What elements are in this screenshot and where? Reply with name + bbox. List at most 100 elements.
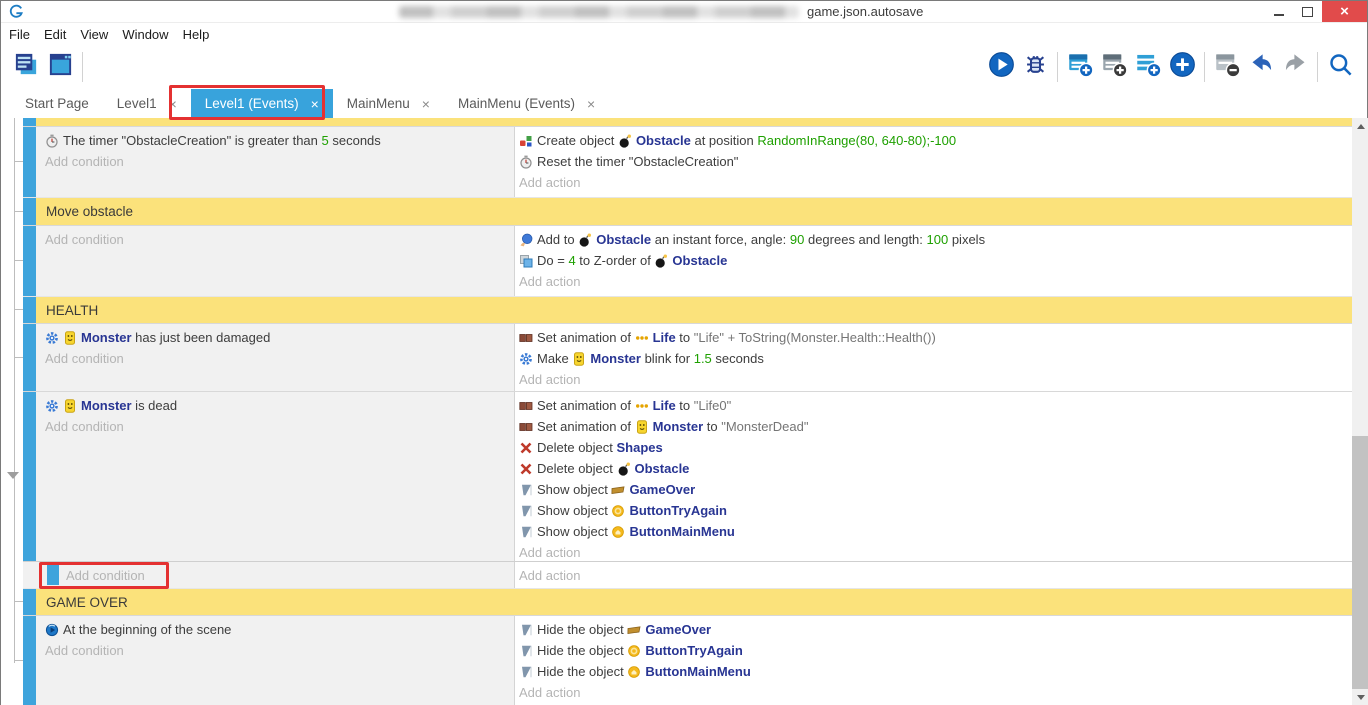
redo-button[interactable] bbox=[1278, 50, 1312, 84]
tab-mainmenu[interactable]: MainMenu× bbox=[333, 89, 444, 118]
add-comment-button[interactable] bbox=[1131, 50, 1165, 84]
add-circle-icon bbox=[1169, 51, 1196, 83]
str-fragment: "Life0" bbox=[694, 398, 731, 413]
event-row[interactable]: Monster is deadAdd condition Set animatio… bbox=[23, 391, 1352, 561]
text-fragment: The timer "ObstacleCreation" is greater … bbox=[63, 133, 322, 148]
comment-row[interactable]: HEALTH bbox=[23, 296, 1352, 323]
zorder-icon bbox=[519, 254, 533, 268]
minimize-button[interactable] bbox=[1264, 1, 1293, 22]
condition-item[interactable]: At the beginning of the scene bbox=[45, 619, 510, 640]
tab-level1-events-[interactable]: Level1 (Events) × bbox=[191, 89, 333, 118]
run-preview-button[interactable] bbox=[984, 50, 1018, 84]
add-event-button[interactable] bbox=[1063, 50, 1097, 84]
action-item[interactable]: Show object ButtonMainMenu bbox=[519, 521, 1348, 542]
add-condition-placeholder[interactable]: Add condition bbox=[45, 348, 510, 369]
event-handle-bar bbox=[23, 226, 36, 296]
object-link: Life bbox=[653, 398, 676, 413]
condition-item[interactable]: Monster is dead bbox=[45, 395, 510, 416]
maximize-button[interactable] bbox=[1293, 1, 1322, 22]
add-condition-placeholder[interactable]: Add condition bbox=[45, 151, 510, 172]
add-action-placeholder[interactable]: Add action bbox=[519, 172, 1348, 193]
action-item[interactable]: Set animation of Life to "Life0" bbox=[519, 395, 1348, 416]
add-condition-placeholder[interactable]: Add condition bbox=[45, 640, 510, 661]
menu-view[interactable]: View bbox=[80, 25, 117, 44]
comment-row[interactable]: Move obstacle bbox=[23, 197, 1352, 225]
undo-button[interactable] bbox=[1244, 50, 1278, 84]
add-subevent-icon bbox=[1101, 51, 1128, 83]
subevent-row[interactable]: Add condition Add action bbox=[23, 561, 1352, 588]
add-action-placeholder[interactable]: Add action bbox=[519, 369, 1348, 390]
text-fragment: to Z-order of bbox=[576, 253, 655, 268]
tab-close-icon[interactable]: × bbox=[169, 96, 177, 112]
vertical-scrollbar[interactable] bbox=[1352, 118, 1368, 705]
add-element-button[interactable] bbox=[1165, 50, 1199, 84]
behavior-icon bbox=[45, 399, 59, 413]
add-condition-placeholder[interactable]: Add condition bbox=[66, 565, 145, 586]
condition-item[interactable]: The timer "ObstacleCreation" is greater … bbox=[45, 130, 510, 151]
menu-edit[interactable]: Edit bbox=[44, 25, 75, 44]
object-link: Monster bbox=[81, 330, 132, 345]
debug-button[interactable] bbox=[1018, 50, 1052, 84]
search-button[interactable] bbox=[1323, 50, 1357, 84]
action-item[interactable]: Set animation of Monster to "MonsterDead… bbox=[519, 416, 1348, 437]
text-fragment: Delete object bbox=[537, 461, 617, 476]
action-item[interactable]: Reset the timer "ObstacleCreation" bbox=[519, 151, 1348, 172]
action-item[interactable]: Set animation of Life to "Life" + ToStri… bbox=[519, 327, 1348, 348]
scene-editor-button[interactable] bbox=[43, 50, 77, 84]
add-condition-placeholder[interactable]: Add condition bbox=[45, 229, 510, 250]
action-item[interactable]: Do = 4 to Z-order of Obstacle bbox=[519, 250, 1348, 271]
add-action-placeholder[interactable]: Add action bbox=[519, 565, 1348, 586]
action-item[interactable]: Make Monster blink for 1.5 seconds bbox=[519, 348, 1348, 369]
toolbar-separator bbox=[1057, 52, 1058, 82]
scrollbar-thumb[interactable] bbox=[1352, 436, 1368, 689]
remove-event-button[interactable] bbox=[1210, 50, 1244, 84]
condition-item[interactable]: Monster has just been damaged bbox=[45, 327, 510, 348]
event-row[interactable]: Add condition Add to Obstacle an instant … bbox=[23, 225, 1352, 296]
tab-close-icon[interactable]: × bbox=[422, 96, 430, 112]
event-row[interactable]: Monster has just been damagedAdd conditi… bbox=[23, 323, 1352, 391]
add-condition-placeholder[interactable]: Add condition bbox=[45, 416, 510, 437]
tab-mainmenu-events-[interactable]: MainMenu (Events)× bbox=[444, 89, 609, 118]
close-button[interactable]: × bbox=[1322, 1, 1367, 22]
action-item[interactable]: Add to Obstacle an instant force, angle:… bbox=[519, 229, 1348, 250]
comment-row-partial[interactable] bbox=[23, 118, 1352, 126]
tab-start-page[interactable]: Start Page bbox=[11, 89, 103, 118]
project-manager-button[interactable] bbox=[9, 50, 43, 84]
timer-icon bbox=[519, 155, 533, 169]
menu-help[interactable]: Help bbox=[183, 25, 219, 44]
text-fragment: Create object bbox=[537, 133, 618, 148]
text-fragment: Show object bbox=[537, 524, 611, 539]
comment-row[interactable]: GAME OVER bbox=[23, 588, 1352, 615]
event-handle-bar bbox=[23, 297, 36, 323]
menu-window[interactable]: Window bbox=[122, 25, 177, 44]
event-row[interactable]: At the beginning of the sceneAdd conditi… bbox=[23, 615, 1352, 705]
add-action-placeholder[interactable]: Add action bbox=[519, 542, 1348, 563]
action-item[interactable]: Hide the object ButtonMainMenu bbox=[519, 661, 1348, 682]
add-action-placeholder[interactable]: Add action bbox=[519, 682, 1348, 703]
action-item[interactable]: Create object Obstacle at position Rando… bbox=[519, 130, 1348, 151]
comment-text: Move obstacle bbox=[36, 198, 133, 225]
tab-close-icon[interactable]: × bbox=[311, 96, 319, 112]
action-item[interactable]: Delete object Shapes bbox=[519, 437, 1348, 458]
event-row[interactable]: The timer "ObstacleCreation" is greater … bbox=[23, 126, 1352, 197]
visibility-icon bbox=[519, 483, 533, 497]
behavior-icon bbox=[45, 331, 59, 345]
tab-label: Level1 (Events) bbox=[205, 96, 299, 111]
life-icon bbox=[635, 331, 649, 345]
action-item[interactable]: Show object ButtonTryAgain bbox=[519, 500, 1348, 521]
tab-close-icon[interactable]: × bbox=[587, 96, 595, 112]
text-fragment: pixels bbox=[948, 232, 985, 247]
event-handle-bar bbox=[23, 198, 36, 225]
scroll-up-arrow[interactable] bbox=[1352, 118, 1368, 135]
force-icon bbox=[519, 233, 533, 247]
action-item[interactable]: Show object GameOver bbox=[519, 479, 1348, 500]
scroll-down-arrow[interactable] bbox=[1352, 689, 1368, 705]
action-item[interactable]: Hide the object ButtonTryAgain bbox=[519, 640, 1348, 661]
action-item[interactable]: Delete object Obstacle bbox=[519, 458, 1348, 479]
tab-level1[interactable]: Level1× bbox=[103, 89, 191, 118]
action-item[interactable]: Hide the object GameOver bbox=[519, 619, 1348, 640]
add-action-placeholder[interactable]: Add action bbox=[519, 271, 1348, 292]
add-subevent-button[interactable] bbox=[1097, 50, 1131, 84]
object-link: Obstacle bbox=[672, 253, 727, 268]
menu-file[interactable]: File bbox=[9, 25, 39, 44]
